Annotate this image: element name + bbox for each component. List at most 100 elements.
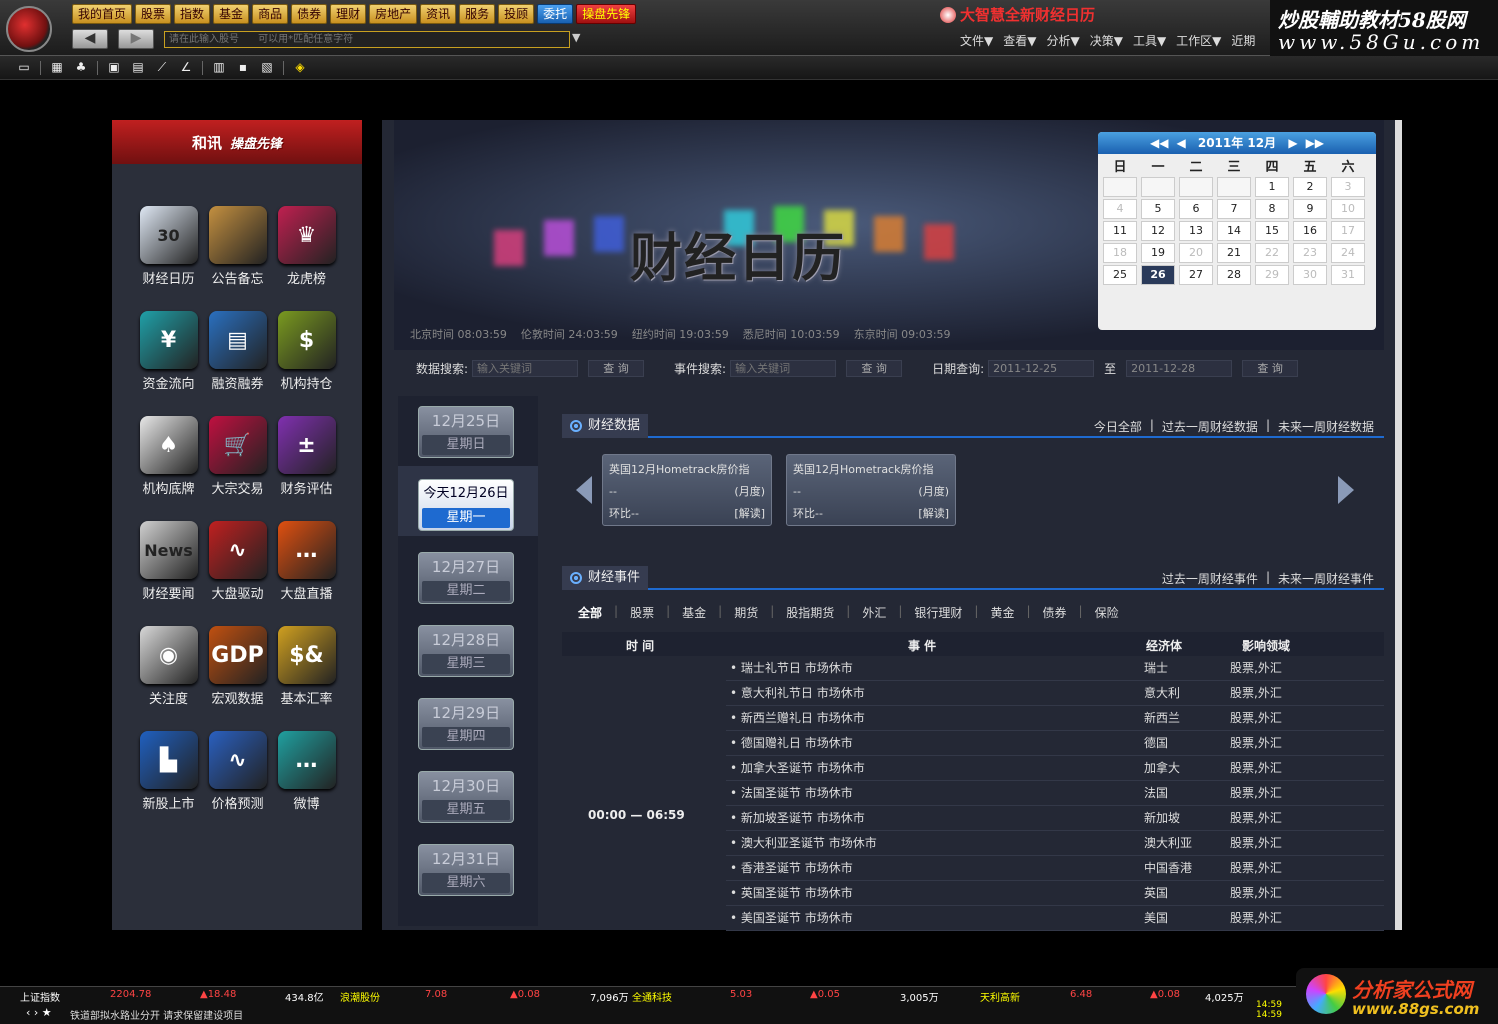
draw-line-icon[interactable]: ⟋ bbox=[154, 60, 170, 75]
nav-button[interactable]: 股票 bbox=[135, 4, 172, 24]
cards-next-icon[interactable] bbox=[1338, 476, 1354, 504]
app-9[interactable]: News 财经要闻 bbox=[134, 521, 203, 602]
nav-button[interactable]: 房地产 bbox=[369, 4, 418, 24]
section-link[interactable]: 今日全部 bbox=[1094, 418, 1142, 435]
calendar-day[interactable]: 13 bbox=[1179, 221, 1213, 241]
stack-icon[interactable]: ▧ bbox=[259, 60, 275, 75]
nav-button[interactable]: 基金 bbox=[213, 4, 250, 24]
section-link[interactable]: 过去一周财经事件 bbox=[1162, 570, 1258, 587]
filter-tab[interactable]: 黄金 bbox=[990, 604, 1014, 621]
filter-tab[interactable]: 期货 bbox=[734, 604, 758, 621]
calendar-day[interactable]: 29 bbox=[1255, 265, 1289, 285]
menu-item[interactable]: 工具▼ bbox=[1133, 32, 1166, 49]
image-icon[interactable]: ▤ bbox=[130, 60, 146, 75]
draw-angle-icon[interactable]: ∠ bbox=[178, 60, 194, 75]
table-row[interactable]: • 加拿大圣诞节 市场休市 加拿大 股票,外汇 bbox=[726, 756, 1384, 781]
app-1[interactable]: 公告备忘 bbox=[203, 206, 272, 287]
calendar-day[interactable]: 11 bbox=[1103, 221, 1137, 241]
folder-icon[interactable]: ▭ bbox=[16, 60, 32, 75]
calendar-day[interactable]: 19 bbox=[1141, 243, 1175, 263]
prev-year-icon[interactable]: ◀◀ bbox=[1150, 136, 1168, 150]
grid-icon[interactable]: ▦ bbox=[49, 60, 65, 75]
table-row[interactable]: • 英国圣诞节 市场休市 英国 股票,外汇 bbox=[726, 881, 1384, 906]
diamond-icon[interactable]: ◈ bbox=[292, 60, 308, 75]
filter-tab[interactable]: 外汇 bbox=[862, 604, 886, 621]
data-card[interactable]: 英国12月Hometrack房价指 -- (月度) 环比-- [解读] bbox=[786, 454, 956, 526]
app-16[interactable]: ∿ 价格预测 bbox=[203, 731, 272, 812]
filter-tab[interactable]: 基金 bbox=[682, 604, 706, 621]
calendar-day[interactable]: 16 bbox=[1293, 221, 1327, 241]
nav-button[interactable]: 理财 bbox=[330, 4, 367, 24]
table-row[interactable]: • 新西兰赠礼日 市场休市 新西兰 股票,外汇 bbox=[726, 706, 1384, 731]
calendar-day[interactable]: 7 bbox=[1217, 199, 1251, 219]
date-tab[interactable]: 12月28日 星期三 bbox=[418, 625, 514, 677]
calendar-day[interactable]: 26 bbox=[1141, 265, 1175, 285]
nav-button[interactable]: 指数 bbox=[174, 4, 211, 24]
calendar-day[interactable]: 3 bbox=[1331, 177, 1365, 197]
nav-button[interactable]: 委托 bbox=[537, 4, 574, 24]
calendar-day[interactable]: 6 bbox=[1179, 199, 1213, 219]
nav-button[interactable]: 服务 bbox=[459, 4, 496, 24]
nav-button[interactable]: 操盘先锋 bbox=[576, 4, 637, 24]
prev-month-icon[interactable]: ◀ bbox=[1176, 136, 1185, 150]
card-read-link[interactable]: [解读] bbox=[918, 503, 949, 525]
date-tab[interactable]: 12月25日 星期日 bbox=[418, 406, 514, 458]
menu-item[interactable]: 分析▼ bbox=[1046, 32, 1079, 49]
calendar-day[interactable]: 24 bbox=[1331, 243, 1365, 263]
app-3[interactable]: ¥ 资金流向 bbox=[134, 311, 203, 392]
app-15[interactable]: ▙ 新股上市 bbox=[134, 731, 203, 812]
date-tab[interactable]: 12月31日 星期六 bbox=[418, 844, 514, 896]
date-tab[interactable]: 12月27日 星期二 bbox=[418, 552, 514, 604]
data-search-input[interactable] bbox=[472, 360, 579, 377]
marquee[interactable]: 大智慧全新财经日历 bbox=[940, 4, 1095, 25]
menu-item[interactable]: 查看▼ bbox=[1003, 32, 1036, 49]
calendar-day[interactable]: 21 bbox=[1217, 243, 1251, 263]
app-17[interactable]: … 微博 bbox=[272, 731, 341, 812]
cards-prev-icon[interactable] bbox=[576, 476, 592, 504]
table-row[interactable]: • 美国圣诞节 市场休市 美国 股票,外汇 bbox=[726, 906, 1384, 931]
date-tab[interactable]: 12月30日 星期五 bbox=[418, 771, 514, 823]
app-8[interactable]: ± 财务评估 bbox=[272, 416, 341, 497]
calendar-day[interactable]: 20 bbox=[1179, 243, 1213, 263]
app-14[interactable]: $& 基本汇率 bbox=[272, 626, 341, 707]
filter-tab[interactable]: 股票 bbox=[630, 604, 654, 621]
calendar-day[interactable]: 5 bbox=[1141, 199, 1175, 219]
app-10[interactable]: ∿ 大盘驱动 bbox=[203, 521, 272, 602]
calendar-day[interactable]: 9 bbox=[1293, 199, 1327, 219]
calendar-day[interactable]: 25 bbox=[1103, 265, 1137, 285]
section-link[interactable]: 未来一周财经事件 bbox=[1278, 570, 1374, 587]
calendar-day[interactable]: 28 bbox=[1217, 265, 1251, 285]
calendar-day[interactable]: 27 bbox=[1179, 265, 1213, 285]
app-12[interactable]: ◉ 关注度 bbox=[134, 626, 203, 707]
calendar-day[interactable]: 15 bbox=[1255, 221, 1289, 241]
menu-item[interactable]: 决策▼ bbox=[1090, 32, 1123, 49]
table-row[interactable]: • 德国赠礼日 市场休市 德国 股票,外汇 bbox=[726, 731, 1384, 756]
note-icon[interactable]: ▪ bbox=[235, 60, 251, 75]
section-link[interactable]: 未来一周财经数据 bbox=[1278, 418, 1374, 435]
filter-tab[interactable]: 保险 bbox=[1095, 604, 1119, 621]
menu-item[interactable]: 近期 bbox=[1231, 32, 1255, 49]
table-row[interactable]: • 新加坡圣诞节 市场休市 新加坡 股票,外汇 bbox=[726, 806, 1384, 831]
table-row[interactable]: • 澳大利亚圣诞节 市场休市 澳大利亚 股票,外汇 bbox=[726, 831, 1384, 856]
ticker-nav-icon[interactable]: ‹ › ★ bbox=[26, 1006, 52, 1019]
filter-tab[interactable]: 债券 bbox=[1043, 604, 1067, 621]
data-card[interactable]: 英国12月Hometrack房价指 -- (月度) 环比-- [解读] bbox=[602, 454, 772, 526]
calendar-day[interactable]: 22 bbox=[1255, 243, 1289, 263]
calendar-day[interactable]: 4 bbox=[1103, 199, 1137, 219]
event-search-input[interactable] bbox=[730, 360, 837, 377]
filter-tab[interactable]: 全部 bbox=[578, 604, 602, 621]
app-4[interactable]: ▤ 融资融券 bbox=[203, 311, 272, 392]
calendar-day[interactable]: 2 bbox=[1293, 177, 1327, 197]
calendar-day[interactable]: 8 bbox=[1255, 199, 1289, 219]
table-row[interactable]: • 法国圣诞节 市场休市 法国 股票,外汇 bbox=[726, 781, 1384, 806]
nav-button[interactable]: 我的首页 bbox=[72, 4, 133, 24]
table-row[interactable]: • 意大利礼节日 市场休市 意大利 股票,外汇 bbox=[726, 681, 1384, 706]
calendar-day[interactable]: 14 bbox=[1217, 221, 1251, 241]
data-search-button[interactable]: 查 询 bbox=[588, 360, 645, 377]
nav-button[interactable]: 商品 bbox=[252, 4, 289, 24]
app-0[interactable]: 30 财经日历 bbox=[134, 206, 203, 287]
calendar-day[interactable]: 10 bbox=[1331, 199, 1365, 219]
command-input[interactable] bbox=[164, 31, 570, 48]
chart-icon[interactable]: ▣ bbox=[106, 60, 122, 75]
app-6[interactable]: ♠ 机构底牌 bbox=[134, 416, 203, 497]
